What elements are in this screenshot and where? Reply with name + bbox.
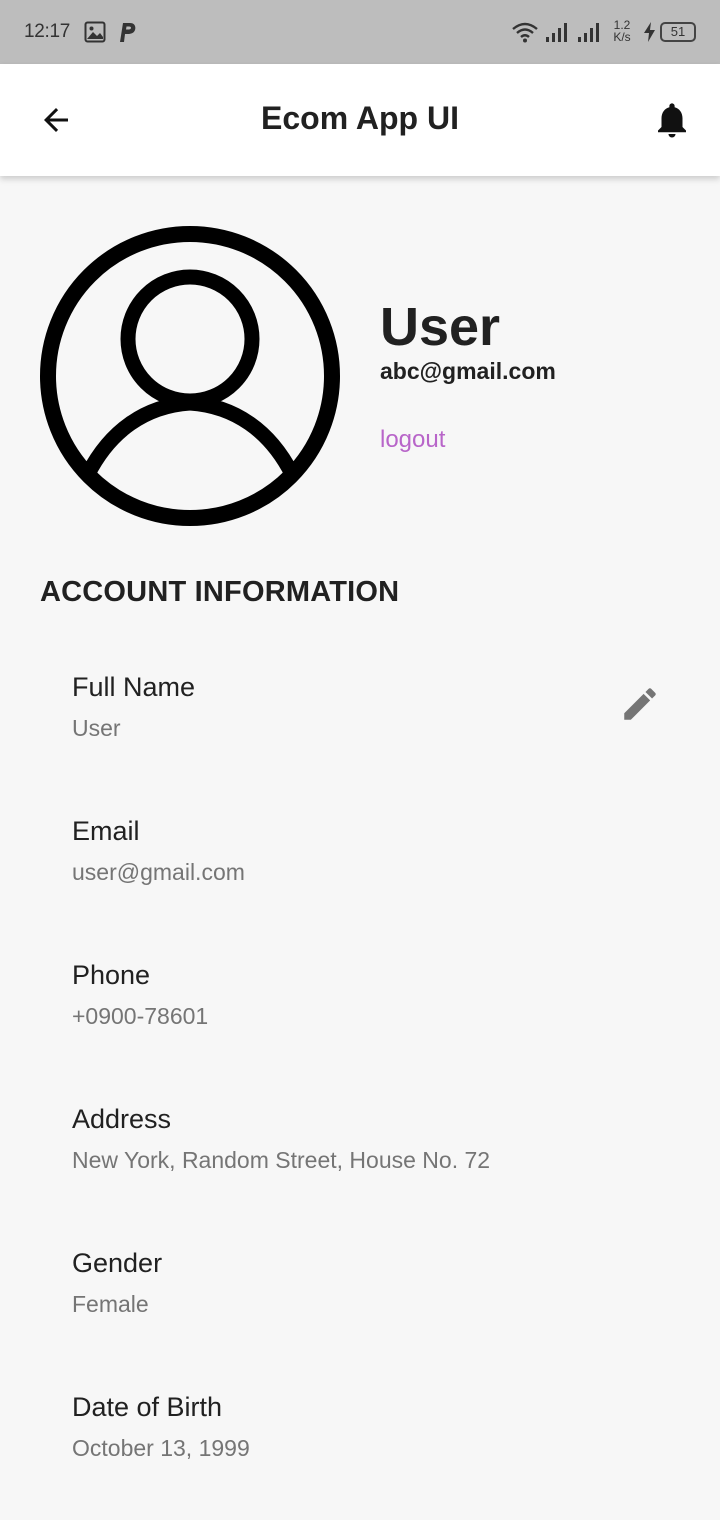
status-time: 12:17 xyxy=(24,21,71,42)
info-label: Full Name xyxy=(72,672,196,702)
network-speed-unit: K/s xyxy=(613,30,631,44)
section-title: ACCOUNT INFORMATION xyxy=(40,576,400,608)
info-item-address: Address New York, Random Street, House N… xyxy=(72,1104,672,1174)
network-speed: 1.2 K/s xyxy=(610,19,634,43)
charging-icon xyxy=(644,22,655,42)
battery-icon: 51 xyxy=(660,22,696,42)
profile-email: abc@gmail.com xyxy=(380,358,556,384)
p-icon xyxy=(120,23,136,42)
info-label: Date of Birth xyxy=(72,1392,223,1422)
info-value: +0900-78601 xyxy=(72,1003,209,1029)
info-label: Email xyxy=(72,816,140,846)
info-value: New York, Random Street, House No. 72 xyxy=(72,1147,491,1173)
notifications-button[interactable] xyxy=(648,96,696,144)
info-label: Gender xyxy=(72,1248,163,1278)
info-item-gender: Gender Female xyxy=(72,1248,672,1318)
status-bar: 12:17 1.2 K/s 51 xyxy=(0,0,720,64)
info-item-full-name: Full Name User xyxy=(72,672,672,742)
info-value: user@gmail.com xyxy=(72,859,245,885)
info-value: User xyxy=(72,715,121,741)
app-bar: Ecom App UI xyxy=(0,64,720,176)
avatar xyxy=(40,226,340,526)
info-item-phone: Phone +0900-78601 xyxy=(72,960,672,1030)
signal-icon xyxy=(546,23,567,42)
signal-icon xyxy=(578,23,599,42)
info-item-date-of-birth: Date of Birth October 13, 1999 xyxy=(72,1392,672,1462)
info-value: Female xyxy=(72,1291,149,1317)
logout-link[interactable]: logout xyxy=(380,426,445,454)
info-value: October 13, 1999 xyxy=(72,1435,250,1461)
info-label: Phone xyxy=(72,960,151,990)
profile-name: User xyxy=(380,297,501,357)
gallery-icon xyxy=(84,21,106,43)
page-title: Ecom App UI xyxy=(261,100,459,136)
bell-icon xyxy=(658,103,686,138)
wifi-icon xyxy=(512,22,538,43)
info-item-email: Email user@gmail.com xyxy=(72,816,672,886)
info-label: Address xyxy=(72,1104,172,1134)
